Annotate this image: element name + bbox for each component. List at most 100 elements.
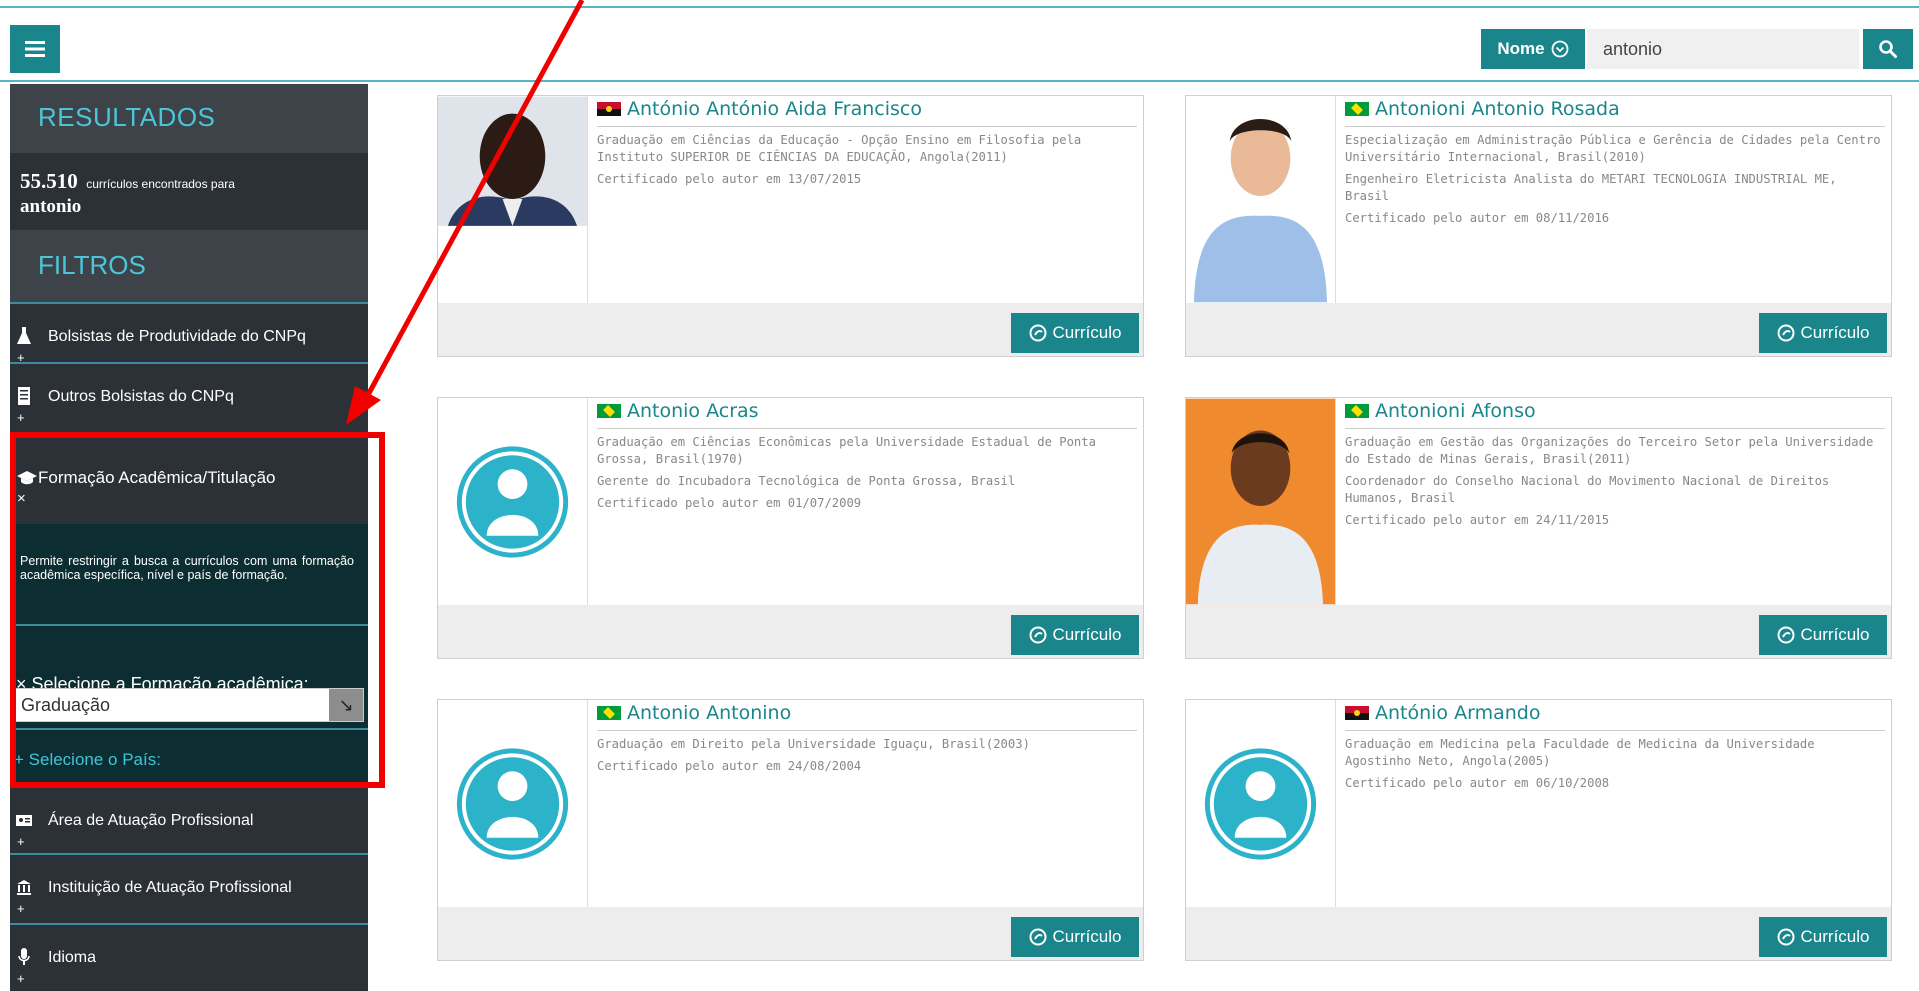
institution-icon xyxy=(17,880,31,895)
result-card: António Armando Graduação em Medicina pe… xyxy=(1185,699,1892,961)
info-line: Graduação em Ciências da Educação - Opçã… xyxy=(597,133,1082,164)
brazil-flag-icon xyxy=(597,706,621,720)
researcher-name: Antonio Antonino xyxy=(627,702,792,724)
divider xyxy=(1345,126,1885,127)
info-line: Graduação em Direito pela Universidade I… xyxy=(597,737,1030,751)
result-card: Antonio Antonino Graduação em Direito pe… xyxy=(437,699,1144,961)
angola-flag-icon xyxy=(597,102,621,116)
avatar-placeholder[interactable] xyxy=(1186,700,1336,907)
result-card: Antonioni Afonso Graduação em Gestão das… xyxy=(1185,397,1892,659)
result-card: Antonio Acras Graduação em Ciências Econ… xyxy=(437,397,1144,659)
divider xyxy=(597,126,1137,127)
info-line: Graduação em Gestão das Organizações do … xyxy=(1345,435,1874,466)
microphone-icon xyxy=(18,948,30,965)
lattes-icon xyxy=(1029,928,1047,946)
filters-title: FILTROS xyxy=(10,230,368,302)
filter-label: Idioma xyxy=(48,949,97,966)
curriculo-button[interactable]: Currículo xyxy=(1011,313,1139,353)
researcher-name: António Armando xyxy=(1375,702,1541,724)
result-card: António António Aida Francisco Graduação… xyxy=(437,95,1144,357)
researcher-name-link[interactable]: Antonio Acras xyxy=(597,400,759,422)
divider xyxy=(597,428,1137,429)
researcher-info: Graduação em Ciências Econômicas pela Un… xyxy=(597,434,1137,517)
highlight-box xyxy=(10,432,385,788)
info-line: Certificado pelo autor em 06/10/2008 xyxy=(1345,776,1610,790)
brazil-flag-icon xyxy=(1345,404,1369,418)
curriculo-button[interactable]: Currículo xyxy=(1759,917,1887,957)
info-line: Certificado pelo autor em 24/08/2004 xyxy=(597,759,862,773)
divider xyxy=(597,730,1137,731)
researcher-name: Antonioni Afonso xyxy=(1375,400,1536,422)
filter-label: Instituição de Atuação Profissional xyxy=(48,879,292,896)
lattes-icon xyxy=(1777,324,1795,342)
search-mode-dropdown[interactable]: Nome xyxy=(1481,29,1585,69)
filter-label: Área de Atuação Profissional xyxy=(48,812,254,829)
lattes-icon xyxy=(1029,324,1047,342)
researcher-info: Especialização em Administração Pública … xyxy=(1345,132,1885,232)
info-line: Graduação em Ciências Econômicas pela Un… xyxy=(597,435,1096,466)
lattes-icon xyxy=(1777,626,1795,644)
search-icon xyxy=(1879,40,1897,58)
researcher-info: Graduação em Gestão das Organizações do … xyxy=(1345,434,1885,534)
search-mode-label: Nome xyxy=(1497,39,1545,58)
expand-icon: + xyxy=(17,971,25,986)
card-footer: Currículo xyxy=(438,303,1143,356)
curriculo-label: Currículo xyxy=(1800,323,1870,342)
info-line: Certificado pelo autor em 08/11/2016 xyxy=(1345,211,1610,225)
curriculo-label: Currículo xyxy=(1800,625,1870,644)
expand-icon: + xyxy=(17,834,25,849)
menu-button[interactable] xyxy=(10,25,60,73)
profile-photo[interactable] xyxy=(1186,96,1336,303)
chevron-circle-down-icon xyxy=(1551,40,1569,58)
flask-icon xyxy=(17,327,31,344)
info-line: Certificado pelo autor em 01/07/2009 xyxy=(597,496,862,510)
filter-area-atuacao[interactable]: Área de Atuação Profissional + xyxy=(10,786,368,853)
page: Nome RESULTADOS 55.510 currículos encont… xyxy=(0,0,1919,991)
avatar-placeholder[interactable] xyxy=(438,700,588,907)
filter-idioma[interactable]: Idioma + xyxy=(10,923,368,991)
lattes-icon xyxy=(1029,626,1047,644)
search-input[interactable] xyxy=(1587,29,1859,69)
id-card-icon xyxy=(16,815,32,826)
results-title: RESULTADOS xyxy=(10,84,368,153)
card-footer: Currículo xyxy=(1186,605,1891,658)
search-button[interactable] xyxy=(1863,29,1913,69)
divider xyxy=(1345,428,1885,429)
hamburger-icon xyxy=(25,41,45,57)
researcher-name: Antonioni Antonio Rosada xyxy=(1375,98,1620,120)
profile-photo[interactable] xyxy=(1186,398,1336,605)
info-line: Coordenador do Conselho Nacional do Movi… xyxy=(1345,474,1830,505)
info-line: Gerente do Incubadora Tecnológica de Pon… xyxy=(597,474,1016,488)
info-line: Especialização em Administração Pública … xyxy=(1345,133,1881,164)
filter-label: Bolsistas de Produtividade do CNPq xyxy=(48,328,306,345)
header-bar: Nome xyxy=(0,8,1919,82)
researcher-name-link[interactable]: Antonio Antonino xyxy=(597,702,791,724)
curriculo-button[interactable]: Currículo xyxy=(1759,313,1887,353)
avatar-placeholder[interactable] xyxy=(438,398,588,605)
info-line: Certificado pelo autor em 24/11/2015 xyxy=(1345,513,1610,527)
curriculo-label: Currículo xyxy=(1052,625,1122,644)
researcher-name-link[interactable]: Antonioni Antonio Rosada xyxy=(1345,98,1620,120)
curriculo-button[interactable]: Currículo xyxy=(1011,917,1139,957)
curriculo-button[interactable]: Currículo xyxy=(1011,615,1139,655)
info-line: Engenheiro Eletricista Analista do METAR… xyxy=(1345,172,1837,203)
expand-icon: + xyxy=(17,410,25,425)
researcher-name: António António Aida Francisco xyxy=(627,98,922,120)
researcher-name-link[interactable]: António António Aida Francisco xyxy=(597,98,922,120)
researcher-info: Graduação em Ciências da Educação - Opçã… xyxy=(597,132,1137,193)
results-count-value: 55.510 xyxy=(20,169,78,193)
profile-photo[interactable] xyxy=(438,96,588,303)
filter-bolsistas-produtividade[interactable]: Bolsistas de Produtividade do CNPq + xyxy=(10,302,368,365)
filter-outros-bolsistas[interactable]: Outros Bolsistas do CNPq + xyxy=(10,362,368,432)
researcher-name-link[interactable]: Antonioni Afonso xyxy=(1345,400,1536,422)
filter-instituicao-atuacao[interactable]: Instituição de Atuação Profissional + xyxy=(10,853,368,923)
curriculo-button[interactable]: Currículo xyxy=(1759,615,1887,655)
angola-flag-icon xyxy=(1345,706,1369,720)
researcher-name-link[interactable]: António Armando xyxy=(1345,702,1540,724)
filter-label: Outros Bolsistas do CNPq xyxy=(48,388,234,405)
document-icon xyxy=(18,387,30,405)
card-footer: Currículo xyxy=(1186,907,1891,960)
divider xyxy=(1345,730,1885,731)
card-footer: Currículo xyxy=(438,907,1143,960)
info-line: Graduação em Medicina pela Faculdade de … xyxy=(1345,737,1815,768)
